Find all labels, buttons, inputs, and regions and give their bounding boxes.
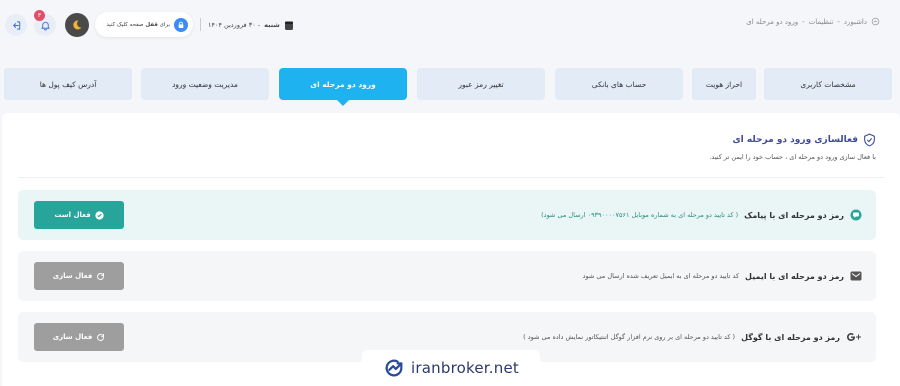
trend-logo-icon	[385, 359, 403, 377]
date-day: شنبه	[264, 21, 280, 29]
settings-tabs: مشخصات کاربری احراز هویت حساب های بانکی …	[0, 68, 900, 106]
sms-2fa-title: رمز دو مرحله ای با پیامک	[744, 210, 844, 220]
google-plus-icon	[846, 333, 861, 341]
google-2fa-activate-button[interactable]: فعال سازی	[34, 323, 124, 351]
check-circle-icon	[95, 210, 104, 220]
calendar-icon	[284, 21, 293, 30]
date-text: - ۳۰ فروردین ۱۴۰۴	[208, 21, 261, 29]
tab-profile[interactable]: مشخصات کاربری	[764, 68, 892, 100]
lock-icon	[174, 17, 188, 32]
divider	[18, 177, 884, 178]
tab-login-status[interactable]: مدیریت وضعیت ورود	[141, 68, 269, 100]
google-2fa-info: رمز دو مرحله ای با گوگل ( کد تایید دو مر…	[523, 312, 862, 362]
lock-hint-suffix: صفحه کلیک کنید	[106, 21, 144, 28]
tab-two-factor[interactable]: ورود دو مرحله ای	[279, 68, 407, 106]
current-date: شنبه - ۳۰ فروردین ۱۴۰۴	[208, 18, 294, 32]
tab-wallet-addresses[interactable]: آدرس کیف پول ها	[4, 68, 132, 100]
tab-bank-accounts[interactable]: حساب های بانکی	[555, 68, 683, 100]
refresh-icon	[97, 333, 105, 341]
email-2fa-info: رمز دو مرحله ای با ایمیل کد تایید دو مرح…	[583, 251, 862, 301]
notifications-button[interactable]: ۳	[34, 10, 56, 36]
email-2fa-activate-button[interactable]: فعال سازی	[34, 262, 124, 290]
email-2fa-title: رمز دو مرحله ای با ایمیل	[745, 271, 844, 281]
breadcrumb: داشبورد - تنظیمات - ورود دو مرحله ای	[746, 17, 880, 26]
shield-check-icon	[864, 133, 875, 147]
tab-kyc[interactable]: احراز هویت	[692, 68, 756, 100]
avatar[interactable]	[65, 13, 89, 37]
email-2fa-row: فعال سازی رمز دو مرحله ای با ایمیل کد تا…	[18, 251, 876, 301]
message-icon	[850, 209, 862, 221]
google-2fa-title: رمز دو مرحله ای با گوگل	[741, 332, 840, 342]
google-2fa-button-label: فعال سازی	[52, 333, 93, 341]
envelope-icon	[850, 271, 862, 281]
sms-2fa-info: رمز دو مرحله ای با پیامک ( کد تایید دو م…	[541, 190, 862, 240]
breadcrumb-item-current: ورود دو مرحله ای	[746, 17, 799, 26]
section-header: فعالسازی ورود دو مرحله ای با فعال سازی و…	[709, 133, 876, 161]
email-2fa-button-label: فعال سازی	[52, 272, 93, 280]
home-icon	[871, 17, 880, 26]
lock-hint-text: برای قفل صفحه کلیک کنید	[106, 22, 170, 28]
breadcrumb-item-dashboard[interactable]: داشبورد	[844, 18, 867, 26]
breadcrumb-separator: -	[837, 17, 840, 26]
google-2fa-description: ( کد تایید دو مرحله ای بر روی نرم افزار …	[523, 333, 736, 341]
tab-change-password[interactable]: تغییر رمز عبور	[417, 68, 545, 100]
sms-2fa-status-button[interactable]: فعال است	[34, 201, 124, 229]
lock-hint-prefix: برای	[159, 21, 170, 28]
sms-2fa-button-label: فعال است	[54, 211, 91, 219]
email-2fa-description: کد تایید دو مرحله ای به ایمیل تعریف شده …	[582, 272, 740, 280]
two-factor-card: فعالسازی ورود دو مرحله ای با فعال سازی و…	[2, 113, 900, 386]
lock-page-button[interactable]: برای قفل صفحه کلیک کنید	[95, 12, 193, 37]
breadcrumb-separator: -	[802, 17, 805, 26]
iranbroker-watermark: iranbroker.net	[362, 350, 540, 386]
topbar-divider	[200, 18, 201, 31]
sms-2fa-row: فعال است رمز دو مرحله ای با پیامک ( کد ت…	[18, 190, 876, 240]
moon-icon	[73, 20, 82, 30]
lock-hint-bold: قفل	[145, 21, 158, 28]
logout-icon	[12, 20, 20, 30]
top-bar: ۳ برای قفل صفحه کلیک کنید شنبه - ۳۰ فرور…	[0, 0, 900, 52]
section-title: فعالسازی ورود دو مرحله ای	[732, 135, 858, 145]
breadcrumb-item-settings[interactable]: تنظیمات	[809, 18, 834, 26]
notification-badge: ۳	[34, 10, 45, 21]
logout-button[interactable]	[5, 14, 27, 36]
sms-2fa-description: ( کد تایید دو مرحله ای به شماره موبایل ۰…	[541, 211, 739, 219]
bell-icon	[40, 21, 50, 31]
section-description: با فعال سازی ورود دو مرحله ای ، حساب خود…	[709, 153, 876, 161]
watermark-text: iranbroker.net	[411, 359, 519, 377]
refresh-icon	[97, 272, 105, 280]
